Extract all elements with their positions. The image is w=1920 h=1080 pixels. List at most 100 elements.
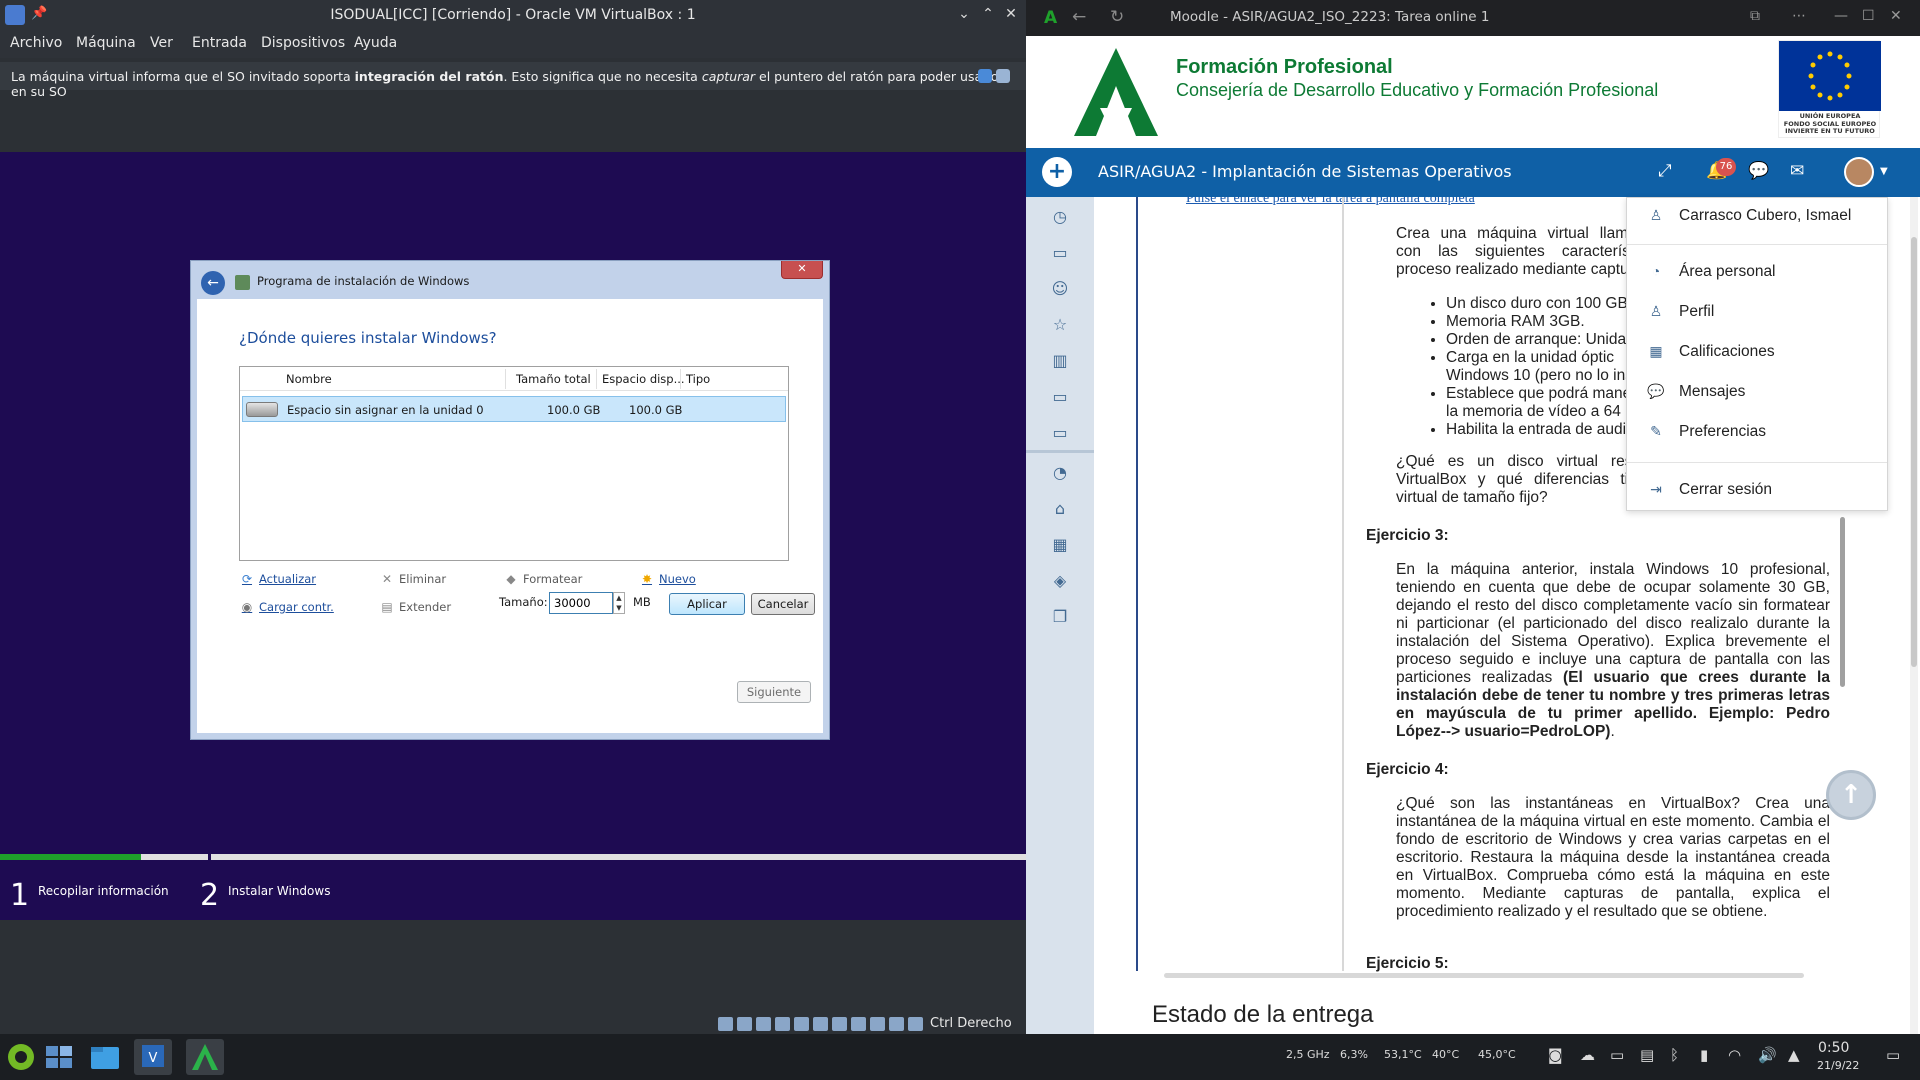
terminal-icon[interactable]: ▭ [1610,1046,1624,1064]
back-to-top-button[interactable]: ↑ [1826,770,1876,820]
app-launcher-icon[interactable] [2,1039,40,1075]
col-tipo[interactable]: Tipo [686,372,710,386]
show-desktop-icon[interactable]: ▭ [1886,1046,1900,1064]
partition-row[interactable]: Espacio sin asignar en la unidad 0 100.0… [242,396,786,422]
maximize-icon[interactable]: ⌃ [978,4,998,24]
optical-disc-icon[interactable] [737,1017,752,1031]
fullscreen-icon[interactable]: ⤢ [1658,161,1672,181]
horizontal-scrollbar[interactable] [1164,973,1804,978]
fullscreen-task-link[interactable]: Pulse el enlace para ver la tarea a pant… [1186,197,1475,207]
hdd-icon[interactable] [718,1017,733,1031]
chevron-down-icon[interactable]: ▼ [1880,166,1888,177]
menu-ver[interactable]: Ver [150,35,173,51]
scroll-thumb[interactable] [1840,517,1845,687]
recording-icon[interactable] [851,1017,866,1031]
setup-close-button[interactable]: ✕ [781,261,823,279]
close-icon[interactable]: ✕ [1001,4,1021,24]
book-icon[interactable]: ▥ [1050,351,1070,371]
next-button[interactable]: Siguiente [737,681,811,703]
junta-andalucia-logo [1074,48,1158,136]
copy-icon[interactable]: ❐ [1050,607,1070,627]
audio-icon[interactable] [756,1017,771,1031]
col-espacio-disp[interactable]: Espacio disp... [602,372,685,386]
bluetooth-icon[interactable]: ᛒ [1670,1046,1679,1064]
folder-icon[interactable]: ▭ [1050,423,1070,443]
participants-icon[interactable]: ☺ [1050,279,1070,299]
vm-display[interactable]: ← Programa de instalación de Windows ✕ ¿… [0,152,1026,920]
back-arrow-icon[interactable]: ← [201,271,225,295]
mail-icon[interactable]: ✉ [1790,161,1804,181]
course-title[interactable]: ASIR/AGUA2 - Implantación de Sistemas Op… [1098,162,1512,181]
virtualbox-taskbar-icon[interactable]: V [134,1039,172,1075]
folder-icon[interactable]: ▭ [1050,387,1070,407]
graduation-cap-icon[interactable]: ◈ [1050,571,1070,591]
minimize-icon[interactable]: — [1834,8,1848,24]
extend-button[interactable]: ▤ Extender [379,599,451,615]
minimize-icon[interactable]: ⌄ [954,4,974,24]
load-driver-button[interactable]: ◉ Cargar contr. [239,599,334,615]
mouse-integration-icon[interactable] [889,1017,904,1031]
notice-hide-icon[interactable] [996,69,1010,83]
clock-time[interactable]: 0:50 [1818,1040,1849,1056]
col-nombre[interactable]: Nombre [286,372,332,386]
folder-icon[interactable]: ▭ [1050,243,1070,263]
chat-icon[interactable]: 💬 [1748,161,1769,181]
refresh-button[interactable]: ⟳ Actualizar [239,571,316,587]
more-options-icon[interactable]: ⋯ [1792,8,1806,24]
cloud-icon[interactable]: ☁ [1580,1046,1595,1064]
cancel-button[interactable]: Cancelar [751,593,815,615]
back-icon[interactable]: ← [1072,7,1086,27]
usb-icon[interactable] [794,1017,809,1031]
battery-icon[interactable]: ▮ [1700,1046,1708,1064]
close-icon[interactable]: ✕ [1890,8,1902,24]
driver-disc-icon: ◉ [241,600,253,614]
desktop-pager-icon[interactable] [40,1039,78,1075]
menu-item-cerrar-sesion[interactable]: ⇥ Cerrar sesión [1627,472,1887,508]
clock-icon[interactable]: ◷ [1050,207,1070,227]
page-scrollbar[interactable] [1910,197,1918,1034]
file-manager-icon[interactable] [86,1039,124,1075]
shared-folder-icon[interactable] [813,1017,828,1031]
install-app-icon[interactable]: ⧉ [1750,8,1760,24]
calendar-icon[interactable]: ▦ [1050,535,1070,555]
keyboard-icon[interactable] [908,1017,923,1031]
menu-item-mensajes[interactable]: 💬 Mensajes [1627,374,1887,410]
menu-maquina[interactable]: Máquina [76,35,136,51]
network-icon[interactable] [775,1017,790,1031]
discord-icon[interactable]: ◙ [1548,1046,1563,1064]
partition-table[interactable]: Nombre Tamaño total Espacio disp... Tipo… [239,366,789,561]
maximize-icon[interactable]: ☐ [1862,8,1875,24]
display-icon[interactable] [832,1017,847,1031]
new-partition-button[interactable]: ✸ Nuevo [639,571,696,587]
avatar[interactable] [1844,157,1874,187]
clipboard-icon[interactable]: ▤ [1640,1046,1654,1064]
menu-dispositivos[interactable]: Dispositivos [261,35,345,51]
menu-item-user[interactable]: ♙ Carrasco Cubero, Ismael [1627,198,1887,234]
menu-item-calificaciones[interactable]: ▦ Calificaciones [1627,334,1887,370]
delete-button[interactable]: ✕ Eliminar [379,571,446,587]
wifi-icon[interactable]: ◠ [1728,1046,1741,1064]
menu-item-preferencias[interactable]: ✎ Preferencias [1627,414,1887,450]
scroll-thumb[interactable] [1911,237,1917,667]
col-tamano-total[interactable]: Tamaño total [516,372,591,386]
size-input[interactable] [549,592,613,614]
moodle-taskbar-icon[interactable] [186,1039,224,1075]
apply-button[interactable]: Aplicar [669,593,745,615]
drawer-toggle-button[interactable]: + [1042,157,1072,187]
clock-date[interactable]: 21/9/22 [1817,1059,1859,1072]
cpu-icon[interactable] [870,1017,885,1031]
notice-close-icon[interactable] [978,69,992,83]
star-icon[interactable]: ☆ [1050,315,1070,335]
format-button[interactable]: ◆ Formatear [503,571,582,587]
size-spinner-icon[interactable]: ▲ ▼ [613,592,625,614]
reload-icon[interactable]: ↻ [1110,7,1124,27]
home-icon[interactable]: ⌂ [1050,499,1070,519]
menu-ayuda[interactable]: Ayuda [354,35,397,51]
menu-item-perfil[interactable]: ♙ Perfil [1627,294,1887,330]
menu-entrada[interactable]: Entrada [192,35,247,51]
volume-icon[interactable]: 🔊 [1758,1046,1777,1064]
dashboard-icon[interactable]: ◔ [1050,463,1070,483]
menu-item-area-personal[interactable]: ◔ Área personal [1627,254,1887,290]
chevron-up-icon[interactable]: ▲ [1788,1046,1800,1064]
menu-archivo[interactable]: Archivo [10,35,62,51]
